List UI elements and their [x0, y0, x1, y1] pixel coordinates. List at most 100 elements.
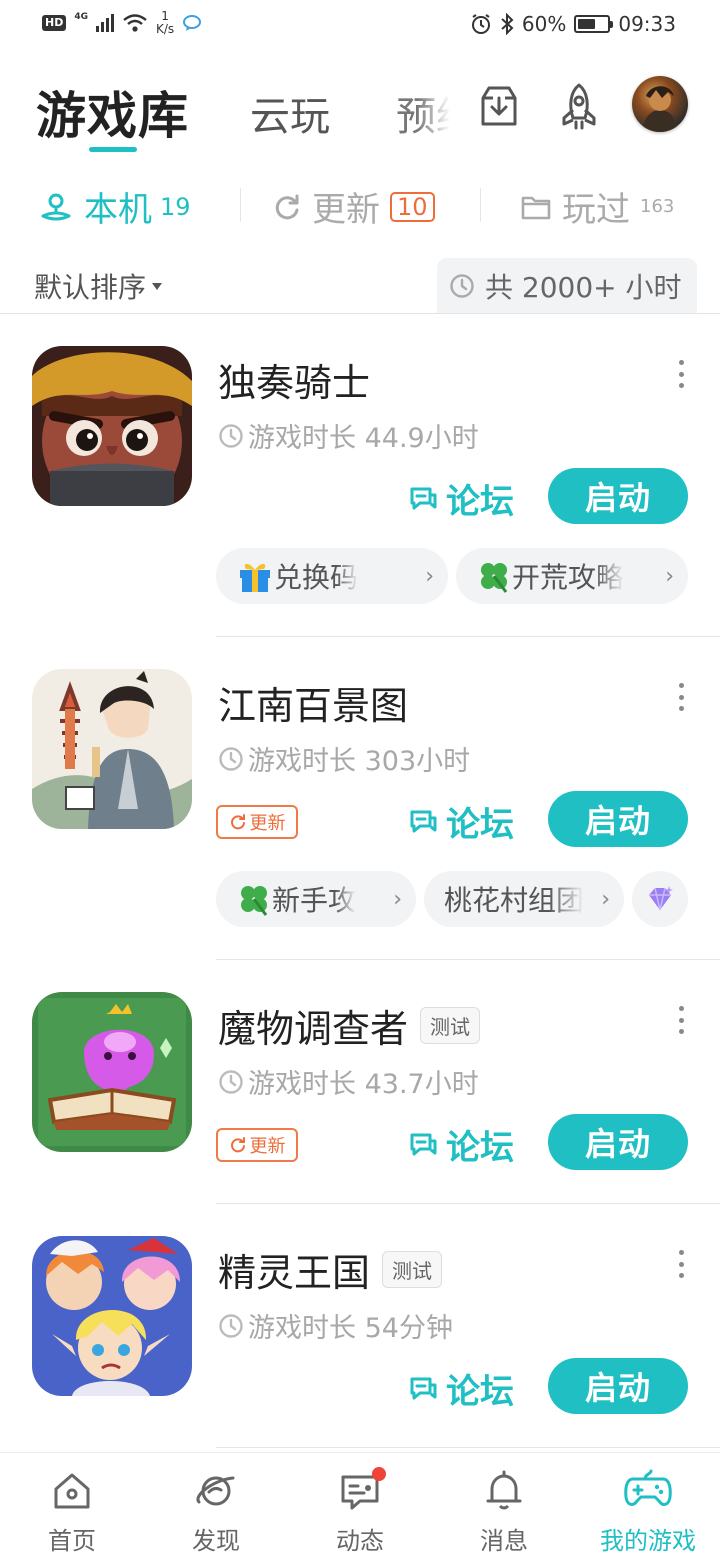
more-options-icon[interactable] [676, 1006, 686, 1034]
clock-icon [219, 1069, 243, 1094]
chip-taohua-village[interactable]: 桃花村组团 › [424, 871, 624, 927]
filter-update-label: 更新 [312, 190, 380, 230]
notification-dot [372, 1467, 386, 1481]
total-playtime: 共 2000+ 小时 [437, 258, 697, 314]
chevron-right-icon: › [601, 886, 610, 912]
game-title: 精灵王国 测试 [218, 1242, 443, 1297]
bell-icon [482, 1467, 526, 1515]
divider [240, 188, 241, 222]
update-badge[interactable]: 更新 [216, 805, 298, 839]
divider [216, 636, 720, 637]
forum-icon [410, 1377, 437, 1399]
sort-dropdown[interactable]: 默认排序 [34, 266, 163, 306]
game-playtime: 游戏时长 43.7小时 [218, 1062, 479, 1101]
clock-icon [219, 1313, 243, 1338]
home-icon [50, 1467, 94, 1515]
clock: 09:33 [618, 12, 676, 36]
more-options-icon[interactable] [676, 360, 686, 388]
total-playtime-text: 共 2000+ 小时 [485, 271, 682, 304]
forum-icon [410, 487, 437, 509]
refresh-icon [275, 194, 299, 219]
forum-button[interactable]: 论坛 [408, 1120, 514, 1169]
sort-label: 默认排序 [34, 271, 147, 304]
filter-row: 本机 19 更新 10 玩过 163 [0, 182, 720, 232]
game-playtime: 游戏时长 54分钟 [218, 1306, 453, 1345]
signal-icon [96, 14, 114, 32]
forum-icon [410, 1133, 437, 1155]
tab-game-library[interactable]: 游戏库 [36, 76, 189, 148]
clover-icon [481, 563, 508, 593]
nav-messages[interactable]: 消息 [432, 1467, 576, 1556]
filter-played-label: 玩过 [562, 190, 630, 230]
forum-icon [410, 810, 437, 832]
nav-home[interactable]: 首页 [0, 1467, 144, 1556]
chevron-right-icon: › [393, 886, 402, 912]
launch-button[interactable]: 启动 [548, 1358, 688, 1414]
bluetooth-icon [501, 13, 514, 35]
feed-icon [338, 1467, 386, 1515]
more-options-icon[interactable] [676, 683, 686, 711]
download-icon[interactable] [474, 82, 524, 132]
filter-local[interactable]: 本机 19 [38, 182, 191, 231]
game-title: 独奏骑士 [218, 361, 371, 405]
nav-feed[interactable]: 动态 [288, 1467, 432, 1556]
tab-reserve[interactable]: 预约 [396, 84, 450, 142]
clock-icon [450, 274, 474, 298]
test-badge: 测试 [420, 1007, 481, 1044]
clock-icon [219, 423, 243, 448]
battery-percent: 60% [521, 12, 567, 36]
game-playtime: 游戏时长 303小时 [218, 739, 470, 778]
filter-played[interactable]: 玩过 163 [520, 182, 674, 231]
rocket-icon[interactable] [554, 82, 604, 132]
divider [216, 1203, 720, 1204]
filter-update[interactable]: 更新 10 [272, 182, 435, 231]
forum-button[interactable]: 论坛 [408, 1364, 514, 1413]
status-bar: HD 4G 1 K/s 60% 09:33 [0, 0, 720, 50]
divider [480, 188, 481, 222]
game-playtime: 游戏时长 44.9小时 [218, 416, 479, 455]
active-tab-indicator [89, 147, 137, 152]
game-icon-monster-investigator[interactable] [32, 992, 192, 1152]
clock-icon [219, 746, 243, 771]
launch-button[interactable]: 启动 [548, 1114, 688, 1170]
filter-local-count: 19 [160, 192, 191, 221]
divider [216, 959, 720, 960]
planet-icon [193, 1467, 239, 1515]
caret-down-icon [152, 282, 163, 290]
filter-played-count: 163 [640, 196, 675, 217]
launch-button[interactable]: 启动 [548, 791, 688, 847]
clover-icon [241, 886, 268, 916]
more-options-icon[interactable] [676, 1250, 686, 1278]
nav-my-games[interactable]: 我的游戏 [576, 1467, 720, 1556]
launch-button[interactable]: 启动 [548, 468, 688, 524]
tab-cloud-play[interactable]: 云玩 [250, 84, 330, 142]
game-title: 江南百景图 [218, 684, 409, 728]
game-icon-elf-kingdom[interactable] [32, 1236, 192, 1396]
location-icon [41, 193, 71, 220]
gift-icon [240, 563, 270, 592]
bottom-nav: 首页 发现 动态 消息 我的游戏 [0, 1452, 720, 1560]
battery-icon [574, 15, 614, 33]
forum-button[interactable]: 论坛 [408, 474, 514, 523]
wifi-icon [123, 14, 147, 32]
test-badge: 测试 [382, 1251, 443, 1288]
chip-beginner-guide[interactable]: 新手攻 › [216, 871, 416, 927]
game-icon-solo-knight[interactable] [32, 346, 192, 506]
chip-redeem-code[interactable]: 兑换码 › [216, 548, 448, 604]
filter-update-count: 10 [390, 191, 435, 222]
filter-local-label: 本机 [84, 190, 152, 230]
user-avatar[interactable] [632, 76, 688, 132]
chip-gem[interactable] [632, 871, 688, 927]
chip-starter-guide[interactable]: 开荒攻略 › [456, 548, 688, 604]
folder-icon [521, 196, 551, 219]
chevron-right-icon: › [665, 563, 674, 589]
update-badge[interactable]: 更新 [216, 1128, 298, 1162]
nav-discover[interactable]: 发现 [144, 1467, 288, 1556]
top-header: 游戏库 云玩 预约 [0, 60, 720, 160]
game-icon-jiangnan[interactable] [32, 669, 192, 829]
forum-button[interactable]: 论坛 [408, 797, 514, 846]
network-speed: 1 K/s [156, 9, 175, 36]
refresh-icon [230, 1137, 245, 1153]
game-title: 魔物调查者 测试 [218, 998, 481, 1053]
alarm-icon [471, 14, 490, 34]
